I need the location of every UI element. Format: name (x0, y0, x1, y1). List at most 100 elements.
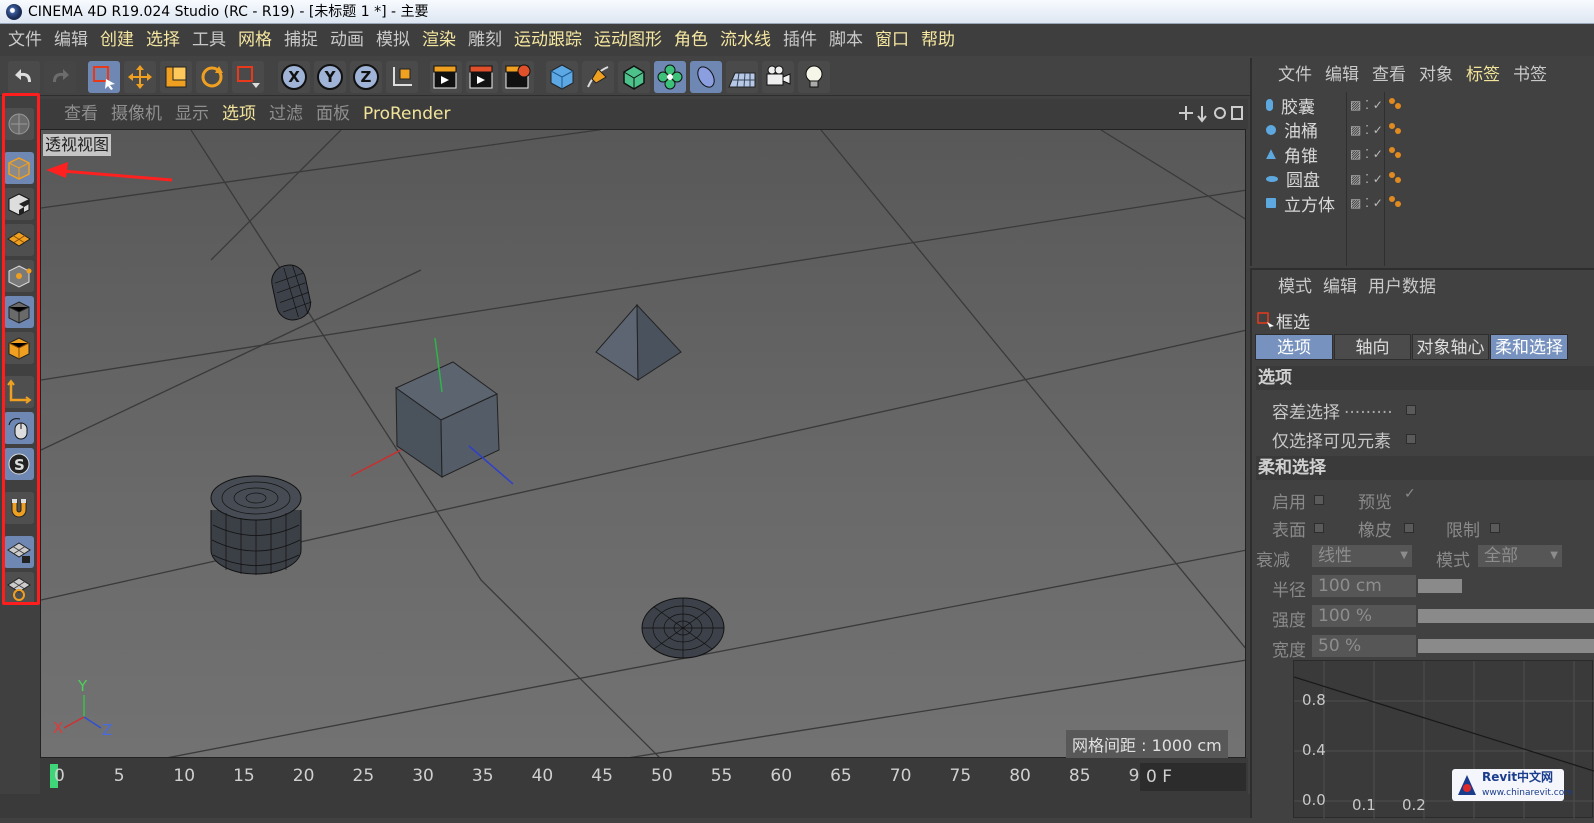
menu-item-4[interactable]: 工具 (192, 24, 226, 56)
object-tag-icon[interactable] (1388, 145, 1402, 159)
move-tool-button[interactable] (124, 61, 156, 93)
viewport-menu-item-5[interactable]: 面板 (316, 99, 350, 129)
section-options: 选项 (1256, 366, 1594, 390)
menu-item-13[interactable]: 角色 (674, 24, 708, 56)
object-menu-item-1[interactable]: 编辑 (1325, 58, 1359, 92)
attribute-menu-item-0[interactable]: 模式 (1278, 270, 1312, 304)
enable-checkbox[interactable] (1314, 495, 1324, 505)
attribute-menu-item-1[interactable]: 编辑 (1323, 270, 1357, 304)
render-view-button[interactable] (430, 61, 462, 93)
perspective-viewport[interactable]: Y X Z (40, 129, 1246, 758)
viewport-nav-icons[interactable] (1178, 104, 1244, 128)
menu-item-10[interactable]: 雕刻 (468, 24, 502, 56)
viewport-menu-item-0[interactable]: 查看 (64, 99, 98, 129)
menu-item-18[interactable]: 帮助 (921, 24, 955, 56)
cube-object-button[interactable] (546, 61, 578, 93)
object-menu-item-4[interactable]: 标签 (1466, 58, 1500, 92)
tab-2[interactable]: 对象轴心 (1412, 334, 1489, 360)
menu-item-2[interactable]: 创建 (100, 24, 134, 56)
coordinate-system-button[interactable] (386, 61, 418, 93)
viewport-menu-item-2[interactable]: 显示 (175, 99, 209, 129)
preview-checkmark-icon[interactable]: ✓ (1404, 486, 1416, 502)
pen-spline-button[interactable] (582, 61, 614, 93)
object-row-1[interactable]: 油桶 (1266, 119, 1318, 142)
menu-item-9[interactable]: 渲染 (422, 24, 456, 56)
menu-item-5[interactable]: 网格 (238, 24, 272, 56)
menu-item-15[interactable]: 插件 (783, 24, 817, 56)
limit-checkbox[interactable] (1490, 523, 1500, 533)
falloff-dropdown[interactable]: 线性 ▼ (1312, 545, 1412, 567)
viewport-menu-item-6[interactable]: ProRender (363, 99, 451, 129)
redo-button[interactable] (44, 61, 76, 93)
object-menu-item-2[interactable]: 查看 (1372, 58, 1406, 92)
y-axis-lock-button[interactable]: Y (314, 61, 346, 93)
object-menu-item-0[interactable]: 文件 (1278, 58, 1312, 92)
menu-item-8[interactable]: 模拟 (376, 24, 410, 56)
menu-item-11[interactable]: 运动跟踪 (514, 24, 582, 56)
menu-item-1[interactable]: 编辑 (54, 24, 88, 56)
menu-item-3[interactable]: 选择 (146, 24, 180, 56)
viewport-menu-item-1[interactable]: 摄像机 (111, 99, 162, 129)
visible-only-checkbox[interactable] (1406, 434, 1416, 444)
menu-item-14[interactable]: 流水线 (720, 24, 771, 56)
deformer-button[interactable] (690, 61, 722, 93)
z-axis-lock-button[interactable]: Z (350, 61, 382, 93)
object-visibility-icon[interactable]: ▨ ⁚ ✓ (1350, 123, 1383, 137)
camera-button[interactable] (762, 61, 794, 93)
width-slider[interactable] (1418, 639, 1594, 653)
object-row-2[interactable]: 角锥 (1266, 143, 1318, 167)
object-visibility-icon[interactable]: ▨ ⁚ ✓ (1350, 147, 1383, 161)
object-menu-item-5[interactable]: 书签 (1513, 58, 1547, 92)
viewport-menu-item-3[interactable]: 选项 (222, 99, 256, 129)
object-row-4[interactable]: 立方体 (1266, 192, 1335, 216)
object-visibility-icon[interactable]: ▨ ⁚ ✓ (1350, 172, 1383, 186)
live-selection-button[interactable] (88, 61, 120, 93)
floor-environment-button[interactable] (726, 61, 758, 93)
x-axis-lock-button[interactable]: X (278, 61, 310, 93)
recent-tool-button[interactable] (232, 61, 264, 93)
tab-1[interactable]: 轴向 (1334, 334, 1411, 360)
menu-item-17[interactable]: 窗口 (875, 24, 909, 56)
menu-item-0[interactable]: 文件 (8, 24, 42, 56)
radius-field[interactable]: 100 cm (1312, 575, 1416, 597)
strength-field[interactable]: 100 % (1312, 605, 1416, 627)
cloner-button[interactable] (654, 61, 686, 93)
attribute-menu-item-2[interactable]: 用户数据 (1368, 270, 1436, 304)
rubber-checkbox[interactable] (1404, 523, 1414, 533)
main-toolbar: X Y Z (0, 56, 1252, 96)
tab-0[interactable]: 选项 (1255, 334, 1333, 360)
mode-dropdown[interactable]: 全部 ▼ (1478, 545, 1562, 567)
object-tag-icon[interactable] (1388, 194, 1402, 208)
render-picture-viewer-button[interactable] (466, 61, 498, 93)
y-axis-icon: Y (317, 64, 343, 90)
radius-slider[interactable] (1418, 579, 1462, 593)
render-settings-button[interactable] (502, 61, 534, 93)
scale-tool-button[interactable] (160, 61, 192, 93)
rotate-tool-button[interactable] (196, 61, 228, 93)
light-button[interactable] (798, 61, 830, 93)
timeline[interactable]: 051015202530354045505560657075808590 (40, 758, 1248, 794)
strength-slider[interactable] (1418, 609, 1594, 623)
disc-object (641, 597, 725, 659)
width-field[interactable]: 50 % (1312, 635, 1416, 657)
object-menu-item-3[interactable]: 对象 (1419, 58, 1453, 92)
disc-icon (1266, 175, 1278, 182)
surface-checkbox[interactable] (1314, 523, 1324, 533)
tab-3[interactable]: 柔和选择 (1490, 334, 1568, 360)
menu-item-16[interactable]: 脚本 (829, 24, 863, 56)
object-visibility-icon[interactable]: ▨ ⁚ ✓ (1350, 196, 1383, 210)
object-tag-icon[interactable] (1388, 96, 1402, 110)
object-tag-icon[interactable] (1388, 121, 1402, 135)
object-visibility-icon[interactable]: ▨ ⁚ ✓ (1350, 98, 1383, 112)
object-row-3[interactable]: 圆盘 (1266, 168, 1320, 191)
undo-button[interactable] (8, 61, 40, 93)
menu-item-7[interactable]: 动画 (330, 24, 364, 56)
subdivision-surface-button[interactable] (618, 61, 650, 93)
menu-item-6[interactable]: 捕捉 (284, 24, 318, 56)
object-row-0[interactable]: 胶囊 (1266, 94, 1315, 118)
menu-item-12[interactable]: 运动图形 (594, 24, 662, 56)
tolerance-checkbox[interactable] (1406, 405, 1416, 415)
object-tag-icon[interactable] (1388, 170, 1402, 184)
current-frame-field[interactable]: 0 F (1140, 763, 1246, 791)
viewport-menu-item-4[interactable]: 过滤 (269, 99, 303, 129)
